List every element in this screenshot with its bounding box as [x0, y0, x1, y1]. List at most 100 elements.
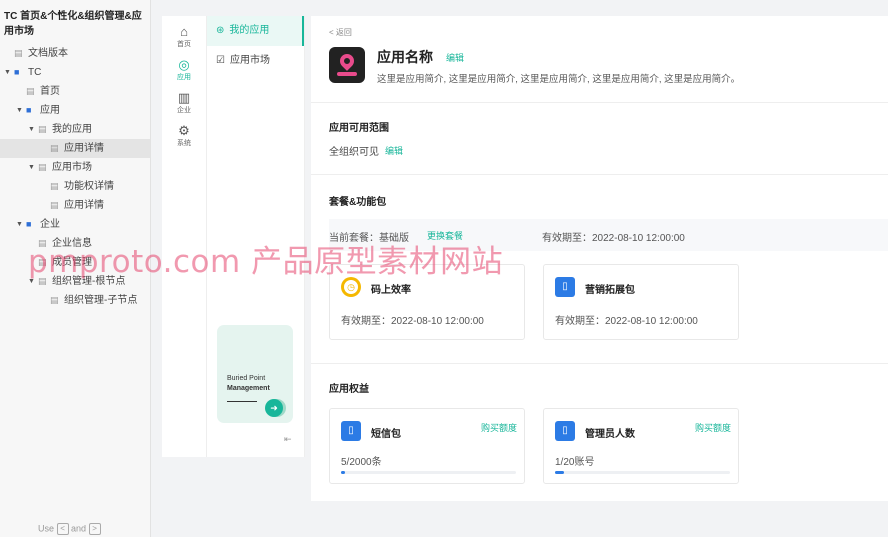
next-key-icon: > [88, 523, 101, 535]
prev-key-icon: < [56, 523, 69, 535]
expand-arrow-icon[interactable]: ▼ [16, 215, 23, 234]
tree-item-label: 应用 [40, 105, 60, 116]
promo-line2: Management [227, 385, 270, 392]
tree-item[interactable]: ▤ 首页 [0, 82, 150, 101]
right-usage: 5/2000条 [341, 457, 382, 468]
feature-pack-name: 营销拓展包 [585, 285, 635, 296]
package-title: 套餐&功能包 [329, 197, 387, 208]
phone-icon: ▯ [555, 277, 575, 297]
apps-icon: ◎ [178, 57, 190, 72]
rail-item-label: 首页 [177, 41, 191, 48]
scope-title: 应用可用范围 [329, 123, 389, 134]
tree-item-label: 功能权详情 [64, 181, 114, 192]
usage-bar-fill [341, 471, 345, 474]
feature-pack-name: 码上效率 [371, 285, 411, 296]
back-link[interactable]: < 返回 [329, 27, 352, 38]
rail-item[interactable]: ◎ 应用 [162, 57, 206, 82]
page-icon: ▤ [38, 238, 47, 248]
doc-title: TC 首页&个性化&组织管理&应用市场 [4, 11, 142, 37]
divider [311, 174, 888, 175]
tree-item[interactable]: ▼ ■ 应用 [0, 101, 150, 120]
prototype-canvas: ⌂ 首页 ◎ 应用 ▥ 企业 ⚙ 系统 ⊛ 我的应用 ☑ 应用市场 Buried Point Man… [162, 0, 888, 537]
buy-quota-link[interactable]: 购买额度 [695, 421, 731, 434]
expand-arrow-icon[interactable]: ▼ [16, 101, 23, 120]
tree-item[interactable]: ▤ 应用详情 [0, 139, 150, 158]
current-package-bar: 当前套餐：基础版 更换套餐 有效期至：2022-08-10 12:00:00 [329, 219, 888, 251]
system-icon: ⚙ [178, 123, 190, 138]
expand-arrow-icon[interactable]: ▼ [28, 120, 35, 139]
tree-item[interactable]: ▤ 文档版本 [0, 44, 150, 63]
tree-item[interactable]: ▤ 组织管理-子节点 [0, 291, 150, 310]
submenu-item[interactable]: ⊛ 我的应用 [207, 16, 304, 46]
tree-item[interactable]: ▼ ▤ 应用市场 [0, 158, 150, 177]
app-submenu: ⊛ 我的应用 ☑ 应用市场 Buried Point Management ➜ ⇤ [206, 16, 305, 457]
usage-bar-fill [555, 471, 564, 474]
scope-value: 全组织可见 [329, 147, 379, 158]
folder-icon: ■ [26, 105, 32, 115]
tree-item[interactable]: ▤ 成员管理 [0, 253, 150, 272]
page-icon: ▤ [26, 86, 35, 96]
tree-item-label: 首页 [40, 86, 60, 97]
rail-item[interactable]: ⌂ 首页 [162, 24, 206, 49]
tree-item[interactable]: ▤ 应用详情 [0, 196, 150, 215]
edit-name-link[interactable]: 编辑 [446, 51, 464, 64]
tree-item-label: 成员管理 [52, 257, 92, 268]
rail-item[interactable]: ▥ 企业 [162, 90, 206, 115]
clock-icon: ◷ [341, 277, 361, 297]
tree-item-label: 组织管理-根节点 [52, 276, 126, 287]
tree-item[interactable]: ▼ ■ 企业 [0, 215, 150, 234]
right-name: 短信包 [371, 429, 401, 440]
doc-tree-panel: TC 首页&个性化&组织管理&应用市场 ▤ 文档版本 ▼ ■ TC ▤ 首页 ▼ ■ 应用 ▼ ▤ 我的… [0, 0, 151, 537]
tree-item[interactable]: ▤ 企业信息 [0, 234, 150, 253]
promo-line1: Buried Point [227, 375, 266, 382]
icon-rail: ⌂ 首页 ◎ 应用 ▥ 企业 ⚙ 系统 [162, 16, 206, 457]
page-icon: ▤ [50, 295, 59, 305]
tree-item-label: 企业信息 [52, 238, 92, 249]
edit-scope-link[interactable]: 编辑 [385, 144, 403, 157]
app-detail-panel: < 返回 应用名称 编辑 这里是应用简介, 这里是应用简介, 这里是应用简介, … [311, 16, 888, 501]
promo-card[interactable]: Buried Point Management ➜ [217, 325, 293, 423]
feature-pack-card: ◷ 码上效率 有效期至：2022-08-10 12:00:00 [329, 264, 525, 340]
submenu-item[interactable]: ☑ 应用市场 [207, 46, 304, 76]
tree-item-label: 文档版本 [28, 48, 68, 59]
feature-pack-validity: 有效期至：2022-08-10 12:00:00 [555, 316, 698, 327]
expand-arrow-icon[interactable]: ▼ [4, 63, 11, 82]
app-logo-icon [329, 47, 365, 83]
expand-arrow-icon[interactable]: ▼ [28, 158, 35, 177]
tree-item[interactable]: ▤ 功能权详情 [0, 177, 150, 196]
right-usage: 1/20账号 [555, 457, 595, 468]
rail-item-label: 系统 [177, 140, 191, 147]
home-icon: ⌂ [180, 24, 188, 39]
page-icon: ▤ [38, 162, 47, 172]
tree-item[interactable]: ▼ ▤ 组织管理-根节点 [0, 272, 150, 291]
keyboard-hint: Use < and > [38, 523, 101, 535]
rail-item[interactable]: ⚙ 系统 [162, 123, 206, 148]
collapse-icon[interactable]: ⇤ [284, 434, 292, 445]
change-package-link[interactable]: 更换套餐 [427, 229, 463, 242]
rights-title: 应用权益 [329, 384, 369, 395]
buy-quota-link[interactable]: 购买额度 [481, 421, 517, 434]
feature-pack-card: ▯ 营销拓展包 有效期至：2022-08-10 12:00:00 [543, 264, 739, 340]
tree-item-label: 应用市场 [52, 162, 92, 173]
doc-tree: ▤ 文档版本 ▼ ■ TC ▤ 首页 ▼ ■ 应用 ▼ ▤ 我的应用 ▤ 应用详情 ▼ ▤ 应用市场 ▤ 功能权详情 ▤… [0, 44, 150, 310]
expand-arrow-icon[interactable]: ▼ [28, 272, 35, 291]
rail-item-label: 应用 [177, 74, 191, 81]
right-card: ▯ 管理员人数 购买额度 1/20账号 [543, 408, 739, 484]
tree-item-label: 应用详情 [64, 143, 104, 154]
tree-item[interactable]: ▼ ■ TC [0, 63, 150, 82]
building-icon: ▥ [177, 90, 191, 105]
tree-item-label: 企业 [40, 219, 60, 230]
promo-divider [227, 401, 257, 402]
page-icon: ▤ [50, 143, 59, 153]
feature-pack-validity: 有效期至：2022-08-10 12:00:00 [341, 316, 484, 327]
rail-item-label: 企业 [177, 107, 191, 114]
arrow-right-icon[interactable]: ➜ [265, 399, 283, 417]
phone-icon: ▯ [341, 421, 361, 441]
page-icon: ▤ [50, 200, 59, 210]
submenu-item-label: 我的应用 [229, 25, 270, 36]
submenu-item-label: 应用市场 [229, 55, 270, 66]
tree-item-label: TC [28, 67, 42, 78]
package-validity: 有效期至：2022-08-10 12:00:00 [542, 233, 685, 244]
market-icon: ☑ [216, 55, 225, 66]
tree-item[interactable]: ▼ ▤ 我的应用 [0, 120, 150, 139]
